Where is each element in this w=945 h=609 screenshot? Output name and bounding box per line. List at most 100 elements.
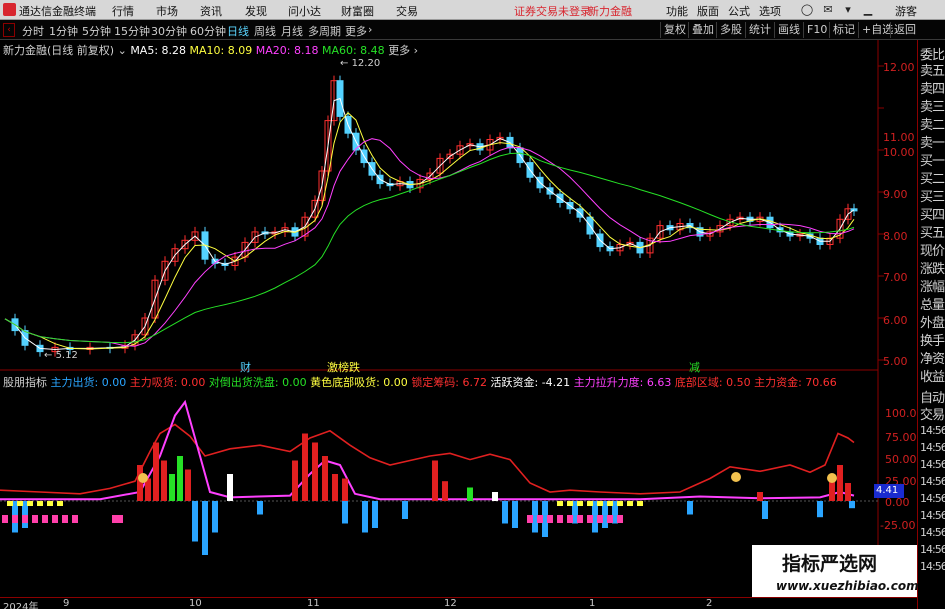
menu-trade[interactable]: 交易: [396, 3, 418, 19]
lock-chip-bar: [557, 515, 563, 523]
bottom-accumulation-bar: [57, 501, 63, 506]
trade-time: 14:56: [920, 441, 945, 454]
back-button[interactable]: 返回: [890, 22, 919, 38]
lock-chip-bar: [577, 515, 583, 523]
watermark: 指标严选网 www.xuezhibiao.com: [752, 545, 919, 597]
event-marker-cai[interactable]: 财: [240, 359, 251, 375]
chart-area[interactable]: [0, 40, 917, 597]
overlay-button[interactable]: 叠加: [688, 22, 717, 38]
outflow-bar: [512, 501, 518, 528]
price-tick: 10.00: [883, 146, 915, 159]
quote-label: 买二: [920, 172, 945, 187]
quote-label: 外盘: [920, 316, 945, 331]
app-logo-icon: [3, 3, 16, 16]
menu-layout[interactable]: 版面: [697, 3, 719, 19]
ma60-label: MA60: 8.48: [321, 44, 385, 57]
more-settings-label[interactable]: 更多 ›: [388, 44, 418, 57]
lock-chip-bar: [527, 515, 533, 523]
menu-market[interactable]: 市场: [156, 3, 178, 19]
tab-multi-period[interactable]: 多周期: [308, 23, 341, 39]
dropdown-icon[interactable]: ⌄: [118, 44, 127, 57]
outflow-bar: [687, 501, 693, 515]
bottom-accumulation-bar: [617, 501, 623, 506]
bottom-accumulation-bar: [7, 501, 13, 506]
event-marker-jing[interactable]: 激榜跌: [327, 359, 360, 375]
price-tick: 5.00: [883, 355, 908, 368]
menu-discover[interactable]: 发现: [245, 3, 267, 19]
indicator-item: 活跃资金: -4.21: [490, 376, 571, 389]
draw-line-button[interactable]: 画线: [774, 22, 803, 38]
tab-daily[interactable]: 日线: [227, 23, 249, 39]
quote-label: 卖五: [920, 64, 945, 79]
multi-stock-button[interactable]: 多股: [716, 22, 745, 38]
menu-function[interactable]: 功能: [666, 3, 688, 19]
bottom-accumulation-bar: [47, 501, 53, 506]
quote-label: 买四: [920, 208, 945, 223]
menu-quotes[interactable]: 行情: [112, 3, 134, 19]
mail-icon[interactable]: ✉: [818, 1, 838, 18]
tab-1min[interactable]: 1分钟: [49, 23, 78, 39]
outflow-bar: [849, 501, 855, 509]
statistics-button[interactable]: 统计: [745, 22, 774, 38]
indicator-item: 对倒出货洗盘: 0.00: [208, 376, 307, 389]
menu-news[interactable]: 资讯: [200, 3, 222, 19]
fund-bar: [161, 460, 167, 501]
lock-chip-bar: [22, 515, 28, 523]
adjust-button[interactable]: 复权: [660, 22, 689, 38]
trade-time: 14:56: [920, 509, 945, 522]
tab-60min[interactable]: 60分钟: [190, 23, 226, 39]
fund-bar: [322, 456, 328, 501]
fund-bar: [302, 433, 308, 501]
watermark-url: www.xuezhibiao.com: [776, 579, 919, 593]
menu-dropdown-icon[interactable]: ▾: [838, 1, 858, 18]
tab-monthly[interactable]: 月线: [281, 23, 303, 39]
event-marker-jian[interactable]: 减: [689, 359, 700, 375]
bottom-accumulation-bar: [607, 501, 613, 506]
quote-label: 涨幅: [920, 280, 945, 295]
fund-bar: [185, 469, 191, 501]
indicator-tick: 75.00: [885, 431, 917, 444]
indicator-name[interactable]: 股朋指标: [3, 376, 47, 389]
auto-trade-label[interactable]: 交易: [920, 404, 945, 423]
quote-label: 卖二: [920, 118, 945, 133]
menu-bar: 通达信金融终端 行情 市场 资讯 发现 问小达 财富圈 交易 证券交易未登录 新…: [0, 0, 945, 20]
trade-login-status[interactable]: 证券交易未登录: [514, 3, 591, 19]
indicator-item: 主力拉升力度: 6.63: [573, 376, 672, 389]
minimize-icon[interactable]: ▁: [858, 1, 878, 18]
lock-chip-bar: [537, 515, 543, 523]
menu-options[interactable]: 选项: [759, 3, 781, 19]
tab-15min[interactable]: 15分钟: [114, 23, 150, 39]
guest-label[interactable]: 游客: [895, 3, 917, 19]
menu-formula[interactable]: 公式: [728, 3, 750, 19]
f10-button[interactable]: F10: [803, 22, 830, 38]
bottom-accumulation-bar: [37, 501, 43, 506]
bottom-accumulation-bar: [567, 501, 573, 506]
tab-timeshare[interactable]: 分时: [22, 23, 44, 39]
mark-button[interactable]: 标记: [829, 22, 858, 38]
menu-wealth[interactable]: 财富圈: [341, 3, 374, 19]
ma20-label: MA20: 8.18: [255, 44, 319, 57]
price-tick: 6.00: [883, 314, 908, 327]
sidebar-toggle-icon[interactable]: ‹: [3, 23, 15, 37]
tab-5min[interactable]: 5分钟: [82, 23, 111, 39]
tab-30min[interactable]: 30分钟: [151, 23, 187, 39]
indicator-item: 底部区域: 0.50: [674, 376, 751, 389]
price-tick: 9.00: [883, 188, 908, 201]
current-stock-name: 新力金融: [588, 5, 632, 18]
fund-bar: [177, 456, 183, 501]
tab-weekly[interactable]: 周线: [254, 23, 276, 39]
menu-ask[interactable]: 问小达: [288, 3, 321, 19]
more-chevron-icon[interactable]: ›: [368, 23, 372, 36]
trade-time: 14:56: [920, 424, 945, 437]
indicator-item: 主力吸货: 0.00: [129, 376, 206, 389]
trade-time: 14:56: [920, 492, 945, 505]
user-icon[interactable]: ◯: [797, 1, 817, 18]
price-tick: 12.00: [883, 61, 915, 74]
bottom-accumulation-bar: [587, 501, 593, 506]
lock-chip-bar: [2, 515, 8, 523]
stock-title: 新力金融(日线 前复权): [3, 44, 115, 57]
quote-label: 净资: [920, 352, 945, 367]
tab-more[interactable]: 更多: [345, 23, 367, 39]
trade-time: 14:56: [920, 475, 945, 488]
lock-chip-bar: [587, 515, 593, 523]
